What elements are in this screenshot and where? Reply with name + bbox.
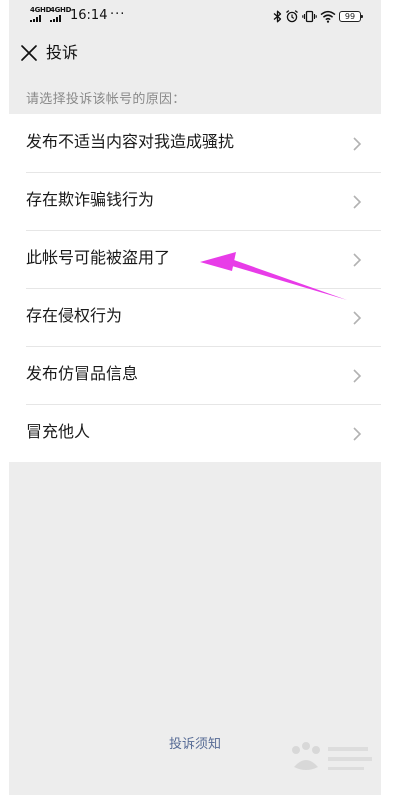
battery-level: 99: [344, 11, 356, 21]
section-hint: 请选择投诉该帐号的原因：: [26, 92, 186, 107]
status-icons: 99: [273, 8, 363, 24]
reason-item-harassment[interactable]: 发布不适当内容对我造成骚扰: [9, 114, 381, 172]
chevron-right-icon: [353, 253, 362, 267]
signal-sim1-icon: 4GHD: [30, 6, 51, 22]
close-icon[interactable]: [19, 43, 39, 63]
reason-item-infringement[interactable]: 存在侵权行为: [9, 288, 381, 346]
reason-item-fraud[interactable]: 存在欺诈骗钱行为: [9, 172, 381, 230]
reason-label: 存在欺诈骗钱行为: [26, 190, 155, 209]
reason-item-account-stolen[interactable]: 此帐号可能被盗用了: [9, 230, 381, 288]
chevron-right-icon: [353, 427, 362, 441]
alarm-icon: [286, 10, 298, 23]
battery-icon: 99: [339, 10, 363, 22]
status-time: 16:14: [70, 8, 108, 23]
nav-bar: 投诉: [9, 32, 381, 76]
reason-item-impersonation[interactable]: 冒充他人: [9, 404, 381, 462]
bluetooth-icon: [273, 10, 282, 22]
wifi-icon: [320, 10, 336, 23]
page-title: 投诉: [46, 43, 79, 62]
reason-label: 冒充他人: [26, 422, 91, 441]
vibrate-icon: [302, 10, 317, 22]
reason-list: 发布不适当内容对我造成骚扰 存在欺诈骗钱行为 此帐号可能被盗用了 存在侵权行为 …: [9, 114, 381, 462]
reason-label: 发布不适当内容对我造成骚扰: [26, 132, 235, 151]
watermark-logo: [292, 742, 372, 770]
reason-label: 存在侵权行为: [26, 306, 123, 325]
chevron-right-icon: [353, 369, 362, 383]
chevron-right-icon: [353, 311, 362, 325]
signal-sim2-icon: 4GHD: [50, 6, 71, 22]
status-more-indicator: ···: [110, 7, 126, 22]
reason-item-counterfeit[interactable]: 发布仿冒品信息: [9, 346, 381, 404]
phone-screen: 4GHD 4GHD 16:14 ··· 99 投诉 请选择投诉该帐号的原因： 发…: [9, 0, 381, 795]
chevron-right-icon: [353, 195, 362, 209]
status-bar: 4GHD 4GHD 16:14 ··· 99: [9, 0, 381, 32]
reason-label: 此帐号可能被盗用了: [26, 248, 171, 267]
reason-label: 发布仿冒品信息: [26, 364, 139, 383]
chevron-right-icon: [353, 137, 362, 151]
